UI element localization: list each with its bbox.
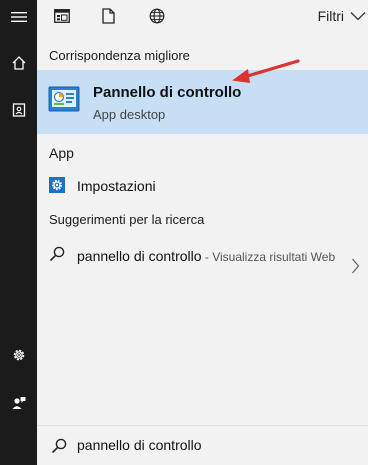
home-icon [12,56,25,70]
left-rail [0,0,37,465]
documents-filter-icon [101,8,115,24]
search-icon [51,438,67,454]
search-icon [49,246,65,262]
app-heading: App [49,145,74,161]
search-box[interactable] [37,425,368,465]
documents-filter-button[interactable] [91,0,125,32]
hamburger-menu-icon [10,12,27,22]
search-input[interactable] [77,434,357,456]
start-search-window: Filtri Corrispondenza migliore Pannello … [0,0,368,465]
search-results-panel: Corrispondenza migliore Pannello di cont… [37,34,368,425]
best-match-subtitle: App desktop [93,107,166,122]
suggestion-hint: - Visualizza risultati Web [201,250,336,264]
best-match-title: Pannello di controllo [93,84,242,101]
web-filter-button[interactable] [140,0,174,32]
settings-button[interactable] [0,338,37,372]
apps-filter-icon [54,9,70,23]
suggestion-text: pannello di controllo - Visualizza risul… [77,246,347,267]
home-button[interactable] [0,46,37,80]
chevron-down-icon [350,12,366,21]
gear-icon [49,177,65,193]
suggestion-query: pannello di controllo [77,248,202,264]
control-panel-icon [48,86,80,112]
feedback-button[interactable] [0,386,37,420]
feedback-person-icon [12,397,25,409]
web-filter-icon [149,8,165,24]
search-filter-toolbar: Filtri [37,0,368,34]
web-suggestion[interactable]: pannello di controllo - Visualizza risul… [37,238,368,288]
apps-filter-button[interactable] [45,0,79,32]
hamburger-menu-button[interactable] [0,0,37,34]
app-result-label: Impostazioni [77,178,156,194]
filters-label: Filtri [317,8,344,24]
best-match-heading: Corrispondenza migliore [49,48,190,63]
chevron-right-icon [352,258,360,274]
notebook-icon [12,103,25,117]
notebook-button[interactable] [0,93,37,127]
app-result-settings[interactable]: Impostazioni [37,171,368,201]
suggestions-heading: Suggerimenti per la ricerca [49,212,205,227]
filters-dropdown[interactable]: Filtri [318,0,366,32]
settings-gear-icon [13,349,24,361]
best-match-result[interactable]: Pannello di controllo App desktop [37,70,368,134]
